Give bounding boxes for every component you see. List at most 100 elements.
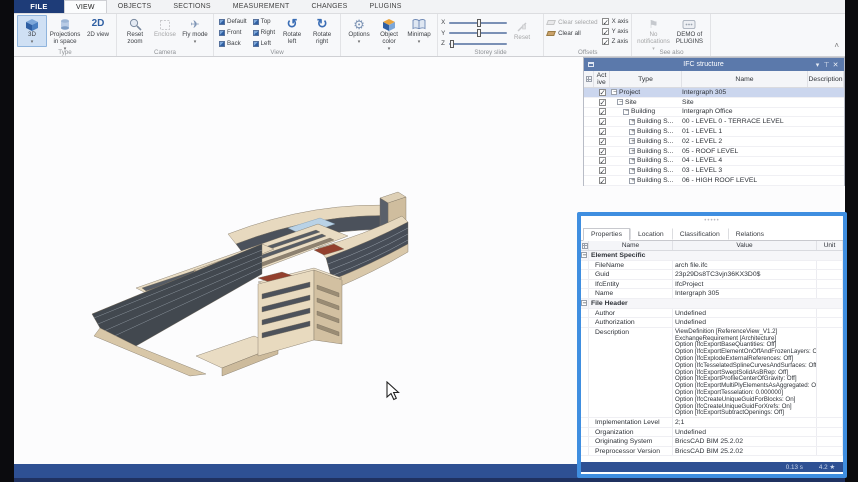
reset-zoom-button[interactable]: Reset zoom <box>120 15 150 47</box>
active-checkbox[interactable] <box>599 99 606 106</box>
no-notifications-button[interactable]: ⚑ No notifications <box>635 15 671 53</box>
expand-all-button[interactable] <box>581 241 589 250</box>
column-header-active[interactable]: Active <box>594 71 610 87</box>
ifc-panel-titlebar[interactable]: IFC structure ▾ ⊤ ✕ <box>584 58 844 71</box>
panel-menu-button[interactable]: ▾ <box>813 61 822 69</box>
tab-plugins[interactable]: PLUGINS <box>358 0 412 13</box>
expander-icon[interactable] <box>629 138 635 144</box>
column-header-name[interactable]: Name <box>589 241 673 250</box>
property-group-row[interactable]: File Header <box>581 299 843 309</box>
property-row[interactable]: Implementation Level 2;1 <box>581 418 843 428</box>
active-checkbox[interactable] <box>599 167 606 174</box>
tab-view[interactable]: VIEW <box>64 0 107 13</box>
slider-thumb[interactable] <box>450 40 454 48</box>
object-color-button[interactable]: Object color <box>374 15 404 53</box>
rotate-right-button[interactable]: ↻ Rotate right <box>307 15 337 47</box>
active-checkbox[interactable] <box>599 177 606 184</box>
tab-objects[interactable]: OBJECTS <box>107 0 163 13</box>
property-row[interactable]: Name Intergraph 305 <box>581 289 843 299</box>
y-axis-checkbox[interactable]: Y axis <box>602 28 629 35</box>
column-header-value[interactable]: Value <box>673 241 817 250</box>
clear-all-button[interactable]: Clear all <box>547 30 598 37</box>
view-back-button[interactable]: Back <box>217 39 249 48</box>
ifc-tree-row-storey[interactable]: Building S... 02 - LEVEL 2 <box>584 137 844 147</box>
view-default-button[interactable]: Default <box>217 17 249 26</box>
expander-icon[interactable] <box>581 252 587 258</box>
expander-icon[interactable] <box>629 148 635 154</box>
view-left-button[interactable]: Left <box>251 39 277 48</box>
ifc-tree-row-storey[interactable]: Building S... 00 - LEVEL 0 - TERRACE LEV… <box>584 117 844 127</box>
property-group-row[interactable]: Element Specific <box>581 251 843 261</box>
slider-thumb[interactable] <box>477 29 481 37</box>
storey-reset-button[interactable]: Reset <box>507 18 537 43</box>
property-row[interactable]: Preprocessor Version BricsCAD BIM 25.2.0… <box>581 447 843 457</box>
tab-location[interactable]: Location <box>630 228 672 240</box>
ifc-tree-row-building[interactable]: Building Intergraph Office <box>584 108 844 118</box>
tab-sections[interactable]: SECTIONS <box>162 0 221 13</box>
enclose-button[interactable]: Enclose <box>150 15 180 40</box>
panel-close-button[interactable]: ✕ <box>831 61 840 69</box>
view-top-button[interactable]: Top <box>251 17 277 26</box>
expander-icon[interactable] <box>581 300 587 306</box>
column-header-description[interactable]: Description <box>808 71 844 87</box>
ribbon-collapse-button[interactable]: ˄ <box>834 41 839 50</box>
panel-drag-handle[interactable]: ••••• <box>704 218 720 224</box>
column-header-name[interactable]: Name <box>682 71 808 87</box>
property-row[interactable]: IfcEntity IfcProject <box>581 280 843 290</box>
tab-measurement[interactable]: MEASUREMENT <box>222 0 301 13</box>
property-row[interactable]: Organization Undefined <box>581 428 843 438</box>
active-checkbox[interactable] <box>599 138 606 145</box>
expander-icon[interactable] <box>629 158 635 164</box>
ifc-tree-row-storey[interactable]: Building S... 04 - LEVEL 4 <box>584 157 844 167</box>
3d-view-button[interactable]: 3D <box>17 15 47 47</box>
tab-relations[interactable]: Relations <box>728 228 772 240</box>
active-checkbox[interactable] <box>599 157 606 164</box>
view-right-button[interactable]: Right <box>251 28 277 37</box>
expander-icon[interactable] <box>629 178 635 184</box>
ifc-tree-row-storey[interactable]: Building S... 01 - LEVEL 1 <box>584 127 844 137</box>
tab-classification[interactable]: Classification <box>672 228 728 240</box>
property-row[interactable]: Originating System BricsCAD BIM 25.2.02 <box>581 437 843 447</box>
z-axis-checkbox[interactable]: Z axis <box>602 38 629 45</box>
property-row[interactable]: Author Undefined <box>581 309 843 319</box>
active-checkbox[interactable] <box>599 89 606 96</box>
expander-icon[interactable] <box>623 109 629 115</box>
column-header-unit[interactable]: Unit <box>817 241 843 250</box>
clear-selected-button[interactable]: Clear selected <box>547 19 598 26</box>
property-row[interactable]: FileName arch file.ifc <box>581 261 843 271</box>
property-row-description[interactable]: Description ViewDefinition [ReferenceVie… <box>581 328 843 418</box>
ifc-tree-row-storey[interactable]: Building S... 03 - LEVEL 3 <box>584 166 844 176</box>
rotate-left-button[interactable]: ↺ Rotate left <box>277 15 307 47</box>
view-front-button[interactable]: Front <box>217 28 249 37</box>
tab-properties[interactable]: Properties <box>583 228 630 241</box>
demo-of-plugins-button[interactable]: DEMO of PLUGINS <box>671 15 707 47</box>
expander-icon[interactable] <box>629 168 635 174</box>
storey-slider-x[interactable] <box>449 22 507 24</box>
active-checkbox[interactable] <box>599 108 606 115</box>
active-checkbox[interactable] <box>599 148 606 155</box>
expander-icon[interactable] <box>629 119 635 125</box>
expander-icon[interactable] <box>611 89 617 95</box>
panel-pin-button[interactable]: ⊤ <box>822 61 831 69</box>
ifc-tree-row-storey[interactable]: Building S... 06 - HIGH ROOF LEVEL <box>584 176 844 186</box>
options-button[interactable]: ⚙ Options <box>344 15 374 47</box>
column-header-type[interactable]: Type <box>610 71 682 87</box>
active-checkbox[interactable] <box>599 128 606 135</box>
expander-icon[interactable] <box>629 129 635 135</box>
tab-changes[interactable]: CHANGES <box>300 0 358 13</box>
property-row[interactable]: Guid 23p29Ds8TC3vjn36KX3D0$ <box>581 270 843 280</box>
ifc-tree-row-site[interactable]: Site Site <box>584 98 844 108</box>
tab-file[interactable]: FILE <box>14 0 64 13</box>
2d-view-button[interactable]: 2D 2D view <box>83 15 113 40</box>
ifc-tree-row-storey[interactable]: Building S... 05 - ROOF LEVEL <box>584 147 844 157</box>
storey-slider-y[interactable] <box>449 32 507 34</box>
projections-in-space-button[interactable]: Projections in space <box>47 15 83 53</box>
property-row[interactable]: Authorization Undefined <box>581 318 843 328</box>
x-axis-checkbox[interactable]: X axis <box>602 18 629 25</box>
slider-thumb[interactable] <box>477 19 481 27</box>
ifc-tree-row-project[interactable]: Project Intergraph 305 <box>584 88 844 98</box>
storey-slider-z[interactable] <box>449 43 507 45</box>
active-checkbox[interactable] <box>599 118 606 125</box>
expand-all-button[interactable] <box>584 71 594 87</box>
minimap-button[interactable]: Minimap <box>404 15 434 47</box>
